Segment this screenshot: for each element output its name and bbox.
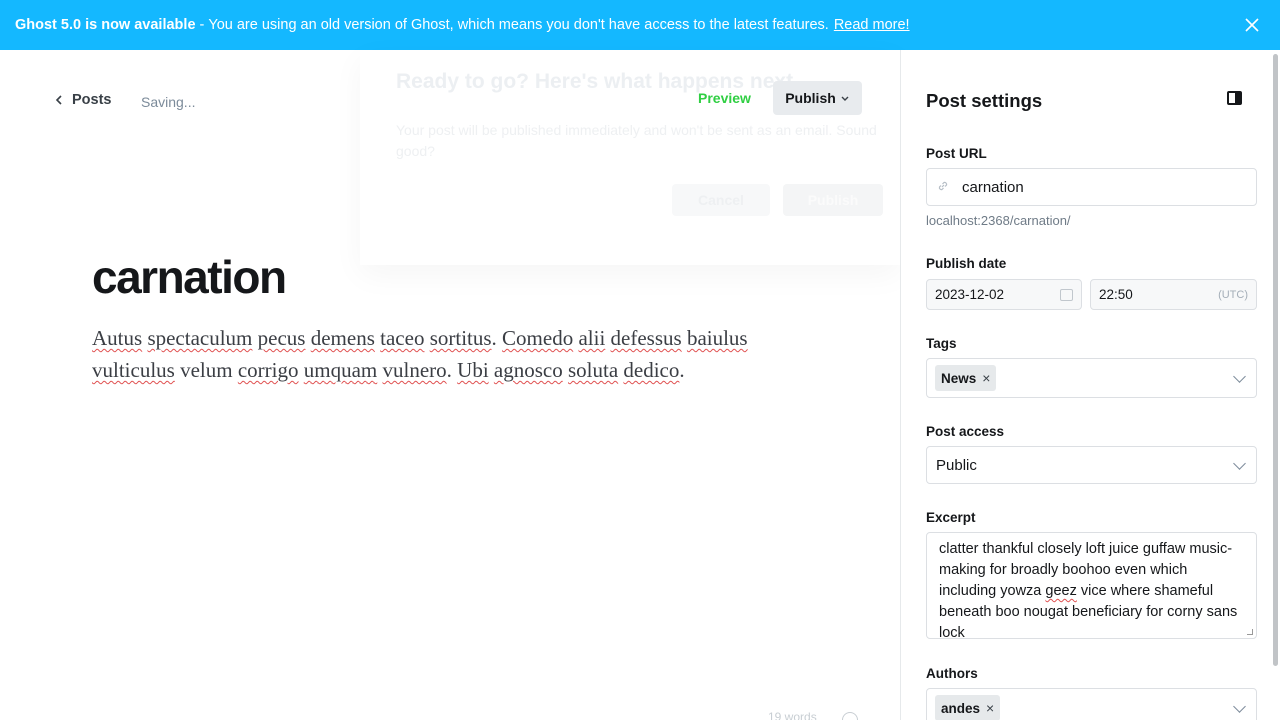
panel-scrollbar[interactable] (1273, 54, 1278, 666)
excerpt-misspelled-word: geez (1045, 583, 1077, 599)
misspelled-word: Ubi (457, 358, 489, 382)
publish-date-value: 2023-12-02 (935, 287, 1005, 302)
link-icon (938, 181, 948, 191)
author-chip-label: andes (941, 700, 981, 716)
misspelled-word: taceo (380, 326, 425, 350)
misspelled-word: sortitus (429, 326, 492, 350)
word-count: 19 words (768, 710, 817, 720)
misspelled-word: spectaculum (147, 326, 253, 350)
tags-label: Tags (926, 336, 957, 351)
preview-button[interactable]: Preview (698, 90, 751, 106)
misspelled-word: dedico (623, 358, 680, 382)
tag-chip-label: News (941, 370, 977, 386)
misspelled-word: Autus (92, 326, 143, 350)
body-text: . (446, 358, 458, 382)
misspelled-word: agnosco (493, 358, 563, 382)
banner-title: Ghost 5.0 is now available (15, 17, 196, 33)
timezone-label: (UTC) (1218, 289, 1248, 301)
editor-area: Ready to go? Here's what happens next Yo… (0, 50, 900, 720)
post-settings-panel: Post settings Post URL carnation localho… (900, 50, 1280, 720)
panel-title: Post settings (926, 90, 1043, 111)
post-url-input[interactable]: carnation (926, 168, 1257, 206)
post-access-select[interactable]: Public (926, 446, 1257, 484)
misspelled-word: vulticulus (92, 358, 175, 382)
upgrade-banner: Ghost 5.0 is now available - You are usi… (0, 0, 1280, 50)
post-access-label: Post access (926, 424, 1005, 439)
chevron-down-icon (1233, 370, 1246, 383)
misspelled-word: baiulus (686, 326, 748, 350)
post-access-value: Public (936, 456, 977, 474)
sidebar-toggle-icon[interactable] (1227, 91, 1242, 105)
author-chip: andes × (935, 695, 1001, 720)
body-text: . (679, 358, 685, 382)
post-body[interactable]: Autus spectaculum pecus demens taceo sor… (92, 322, 812, 386)
excerpt-textarea[interactable]: clatter thankful closely loft juice guff… (926, 532, 1257, 639)
remove-tag-icon[interactable]: × (982, 370, 990, 386)
publish-time-input[interactable]: 22:50 (UTC) (1090, 279, 1257, 310)
back-to-posts-link[interactable]: Posts (55, 92, 112, 108)
chevron-down-icon (1233, 700, 1246, 713)
chevron-left-icon (55, 95, 62, 105)
save-status: Saving... (141, 94, 196, 110)
banner-separator: - (199, 17, 205, 33)
misspelled-word: corrigo (237, 358, 299, 382)
remove-author-icon[interactable]: × (986, 700, 994, 716)
misspelled-word: pecus (257, 326, 306, 350)
post-url-label: Post URL (926, 146, 987, 161)
help-icon[interactable] (842, 712, 858, 720)
chevron-down-icon (841, 96, 849, 101)
excerpt-label: Excerpt (926, 510, 976, 525)
publish-date-label: Publish date (926, 256, 1007, 271)
resize-handle-icon[interactable] (1247, 629, 1253, 635)
publish-time-value: 22:50 (1099, 287, 1133, 302)
tags-select[interactable]: News × (926, 358, 1257, 398)
misspelled-word: vulnero (382, 358, 447, 382)
publish-button[interactable]: Publish (773, 81, 862, 115)
authors-label: Authors (926, 666, 978, 681)
authors-select[interactable]: andes × (926, 688, 1257, 720)
post-url-value: carnation (962, 178, 1024, 196)
publish-label: Publish (785, 90, 836, 106)
misspelled-word: soluta (567, 358, 619, 382)
back-label: Posts (72, 92, 112, 108)
banner-message: You are using an old version of Ghost, w… (208, 17, 829, 33)
misspelled-word: umquam (303, 358, 378, 382)
modal-cancel-button[interactable]: Cancel (672, 184, 770, 216)
misspelled-word: Comedo (502, 326, 574, 350)
misspelled-word: demens (310, 326, 375, 350)
modal-text: Your post will be published immediately … (396, 122, 877, 159)
chevron-down-icon (1233, 457, 1246, 470)
body-text: velum (174, 358, 238, 382)
calendar-icon[interactable] (1060, 289, 1073, 301)
banner-read-more-link[interactable]: Read more! (834, 17, 910, 33)
post-url-hint: localhost:2368/carnation/ (926, 213, 1071, 228)
publish-date-input[interactable]: 2023-12-02 (926, 279, 1082, 310)
body-text: . (491, 326, 503, 350)
post-title[interactable]: carnation (92, 250, 287, 304)
close-icon[interactable] (1242, 15, 1262, 35)
misspelled-word: defessus (610, 326, 682, 350)
misspelled-word: alii (578, 326, 606, 350)
modal-publish-button[interactable]: Publish (783, 184, 883, 216)
tag-chip: News × (935, 365, 997, 391)
